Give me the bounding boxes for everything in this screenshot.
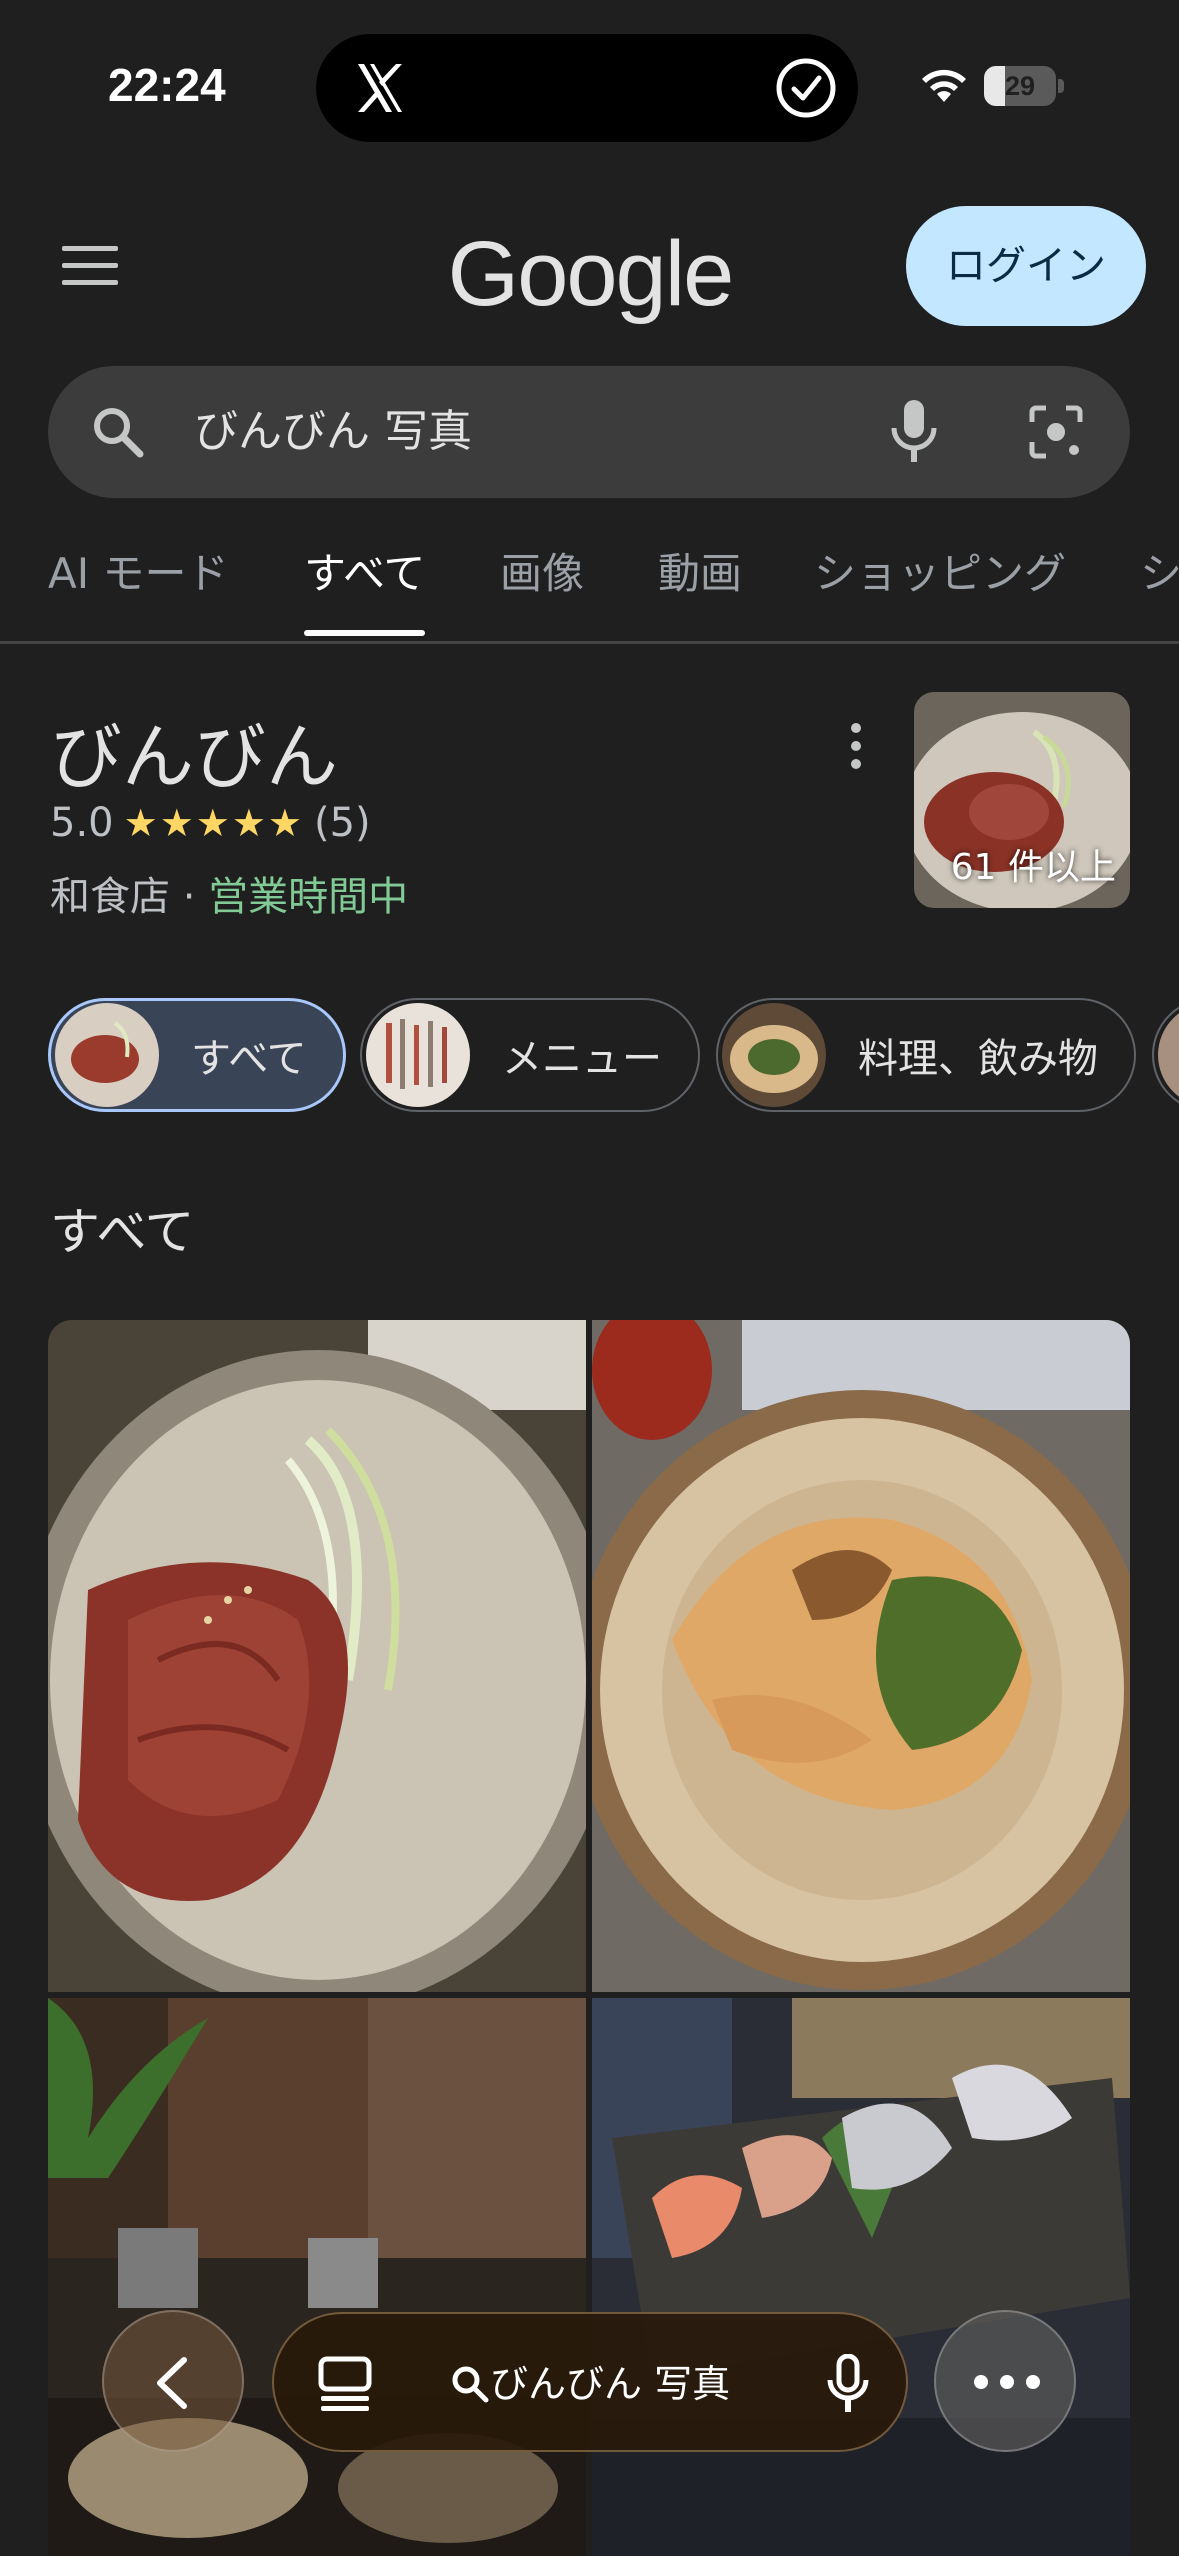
salad-image bbox=[592, 1320, 1130, 1992]
chip-menu[interactable]: メニュー bbox=[360, 998, 700, 1112]
search-icon bbox=[94, 408, 144, 458]
place-photo-thumbnail[interactable]: 61 件以上 bbox=[914, 692, 1130, 908]
photo-sashimi-platter[interactable] bbox=[592, 1998, 1130, 2556]
tab-images[interactable]: 画像 bbox=[500, 540, 584, 636]
rating-value: 5.0 bbox=[50, 800, 114, 846]
more-horiz-icon bbox=[974, 2375, 1040, 2389]
search-input[interactable]: びんびん 写真 bbox=[194, 366, 472, 498]
chip-menu-image bbox=[366, 1003, 470, 1107]
x-logo-icon bbox=[358, 64, 402, 112]
back-chevron-icon bbox=[157, 2357, 187, 2409]
rating-stars: ★★★★★ bbox=[123, 801, 304, 845]
lens-camera-icon[interactable] bbox=[1026, 402, 1086, 462]
bottom-address-bar[interactable]: びんびん 写真 bbox=[272, 2312, 908, 2452]
kitchen-image bbox=[48, 1998, 586, 2556]
place-category: 和食店 · bbox=[50, 874, 209, 920]
search-icon bbox=[452, 2366, 489, 2403]
chip-all[interactable]: すべて bbox=[48, 998, 346, 1112]
tab-more[interactable]: シ bbox=[1140, 540, 1179, 636]
chip-more[interactable] bbox=[1152, 998, 1179, 1112]
chip-food-label: 料理、飲み物 bbox=[858, 1036, 1098, 1082]
chip-menu-label: メニュー bbox=[502, 1036, 662, 1082]
login-button[interactable]: ログイン bbox=[906, 206, 1146, 326]
tab-all[interactable]: すべて bbox=[304, 540, 426, 636]
menu-icon[interactable] bbox=[60, 244, 120, 288]
photo-liver-sashimi[interactable] bbox=[48, 1320, 586, 1992]
chip-more-image bbox=[1158, 1003, 1179, 1107]
chip-food-image bbox=[722, 1003, 826, 1107]
liver-sashimi-image bbox=[48, 1320, 586, 1992]
more-options-button[interactable] bbox=[934, 2310, 1076, 2452]
more-vert-icon[interactable] bbox=[848, 722, 864, 770]
photo-filter-chips: すべて メニュー 料理、飲み物 bbox=[0, 998, 1179, 1114]
rating-row[interactable]: 5.0 ★★★★★ (5) bbox=[50, 800, 371, 846]
status-time: 22:24 bbox=[108, 59, 226, 111]
dynamic-island bbox=[316, 34, 858, 142]
verified-check-icon bbox=[776, 58, 836, 118]
open-status: 営業時間中 bbox=[208, 874, 409, 920]
place-title: びんびん bbox=[50, 715, 339, 799]
tab-videos[interactable]: 動画 bbox=[658, 540, 742, 636]
wifi-icon bbox=[922, 69, 966, 102]
google-logo[interactable]: Google bbox=[380, 222, 800, 327]
tabs-icon[interactable] bbox=[318, 2356, 372, 2412]
chip-all-image bbox=[55, 1003, 159, 1107]
status-bar: 22:24 29 bbox=[0, 0, 1179, 170]
chip-all-label: すべて bbox=[191, 1036, 307, 1082]
back-button[interactable] bbox=[102, 2310, 244, 2452]
battery-level: 29 bbox=[1004, 71, 1036, 101]
tab-shopping[interactable]: ショッピング bbox=[814, 540, 1066, 636]
photo-kitchen[interactable] bbox=[48, 1998, 586, 2556]
review-count: (5) bbox=[313, 800, 371, 846]
category-row: 和食店 · 営業時間中 bbox=[50, 864, 408, 922]
battery-indicator: 29 bbox=[984, 66, 1064, 106]
sashimi-platter-image bbox=[592, 1998, 1130, 2556]
photo-salad[interactable] bbox=[592, 1320, 1130, 1992]
mic-icon[interactable] bbox=[826, 2354, 870, 2414]
search-tabs: AI モード すべて 画像 動画 ショッピング シ bbox=[0, 530, 1179, 644]
search-bar[interactable]: びんびん 写真 bbox=[48, 366, 1130, 498]
chip-food-drinks[interactable]: 料理、飲み物 bbox=[716, 998, 1136, 1112]
bottom-search-query: びんびん 写真 bbox=[490, 2362, 731, 2406]
mic-icon[interactable] bbox=[886, 398, 942, 466]
section-heading: すべて bbox=[50, 1203, 195, 1261]
photo-count: 61 件以上 bbox=[950, 847, 1116, 888]
tab-ai-mode[interactable]: AI モード bbox=[48, 540, 228, 636]
